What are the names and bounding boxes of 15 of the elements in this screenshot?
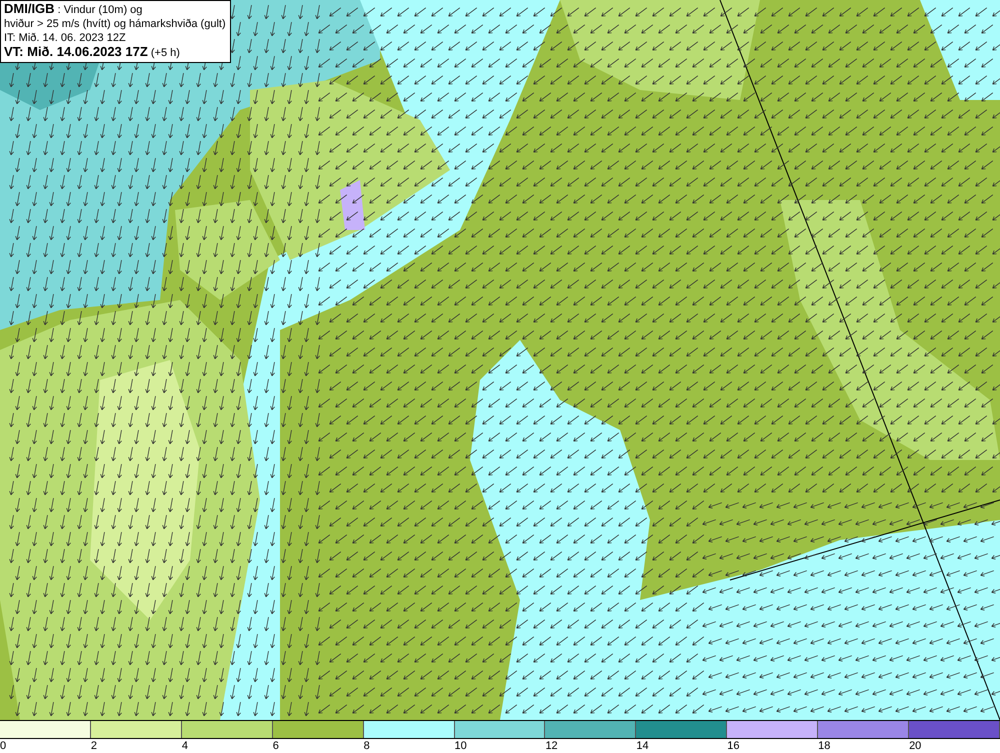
legend-tick-label: 2 bbox=[90, 739, 98, 753]
legend-tick-label: 0 bbox=[0, 739, 6, 753]
legend-tick-label: 6 bbox=[272, 739, 279, 753]
legend-tick-label: 4 bbox=[182, 739, 188, 753]
title-line: IT: Mið. 14. 06. 2023 12Z bbox=[4, 31, 127, 45]
legend-tick-label: 16 bbox=[727, 739, 740, 753]
legend-tick-label: 12 bbox=[545, 739, 558, 753]
legend-tick-label: 14 bbox=[636, 739, 649, 753]
legend-tick-label: 18 bbox=[818, 739, 830, 753]
title-line: DMI/IGB : Vindur (10m) og bbox=[4, 2, 144, 17]
legend-tick-label: 10 bbox=[454, 739, 467, 753]
legend-tick-label: 8 bbox=[364, 739, 370, 753]
legend-tick-label: 20 bbox=[909, 739, 922, 753]
title-line: hviður > 25 m/s (hvítt) og hámarkshviða (gult) bbox=[4, 17, 226, 31]
title-line: VT: Mið. 14.06.2023 17Z (+5 h) bbox=[4, 45, 181, 60]
